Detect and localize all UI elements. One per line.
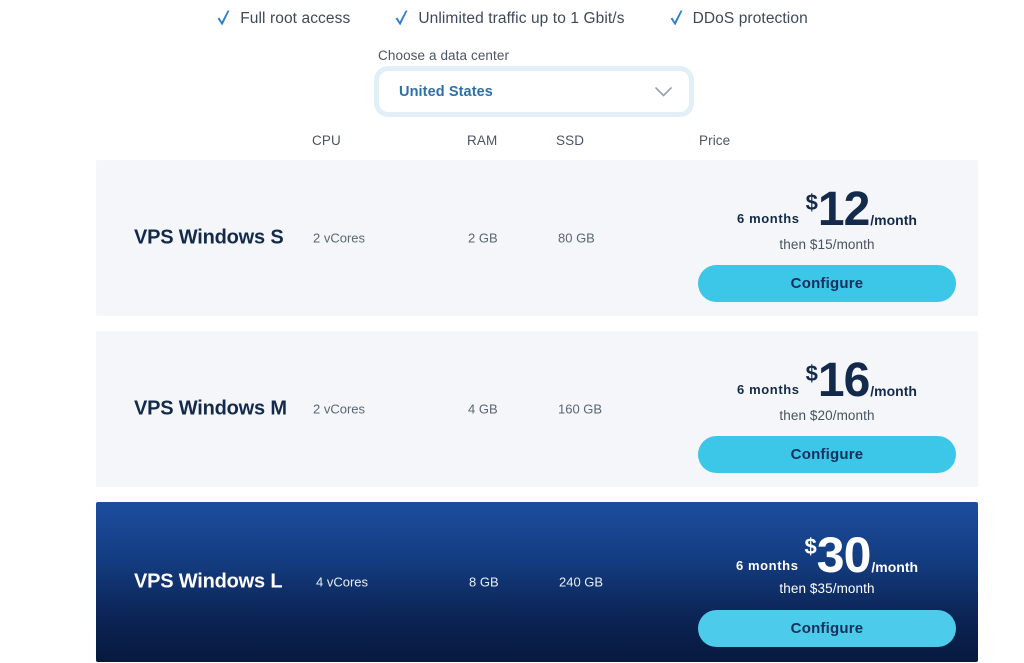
plan-term: 6 months <box>735 558 799 573</box>
plan-per: /month <box>870 212 917 228</box>
configure-button[interactable]: Configure <box>698 610 956 647</box>
plan-price-main: 6 months $ 16 /month <box>696 357 958 405</box>
plan-list: VPS Windows S 2 vCores 2 GB 80 GB 6 mont… <box>96 160 978 662</box>
feature-item-1: Unlimited traffic up to 1 Gbit/s <box>394 9 624 29</box>
plan-price-main: 6 months $ 12 /month <box>696 186 958 234</box>
check-icon <box>217 10 230 26</box>
plan-currency: $ <box>805 361 818 386</box>
plan-spec-ram: 8 GB <box>469 574 499 590</box>
plan-amount: 12 <box>817 183 870 236</box>
plan-currency: $ <box>804 534 817 559</box>
plan-term: 6 months <box>737 211 800 226</box>
plan-spec-ssd: 80 GB <box>558 230 595 246</box>
plan-term: 6 months <box>737 382 800 397</box>
plan-amount: 16 <box>817 354 870 407</box>
plan-spec-ssd: 160 GB <box>558 401 603 417</box>
chevron-down-icon <box>655 86 672 96</box>
plan-name: VPS Windows M <box>134 397 287 420</box>
datacenter-label: Choose a data center <box>378 48 510 63</box>
plan-per: /month <box>870 383 917 399</box>
datacenter-select[interactable]: United States <box>378 70 690 113</box>
configure-button[interactable]: Configure <box>698 436 956 473</box>
feature-item-0: Full root access <box>216 9 350 29</box>
plan-spec-ram: 4 GB <box>468 401 498 417</box>
plan-spec-cpu: 2 vCores <box>313 230 366 246</box>
column-header-ram: RAM <box>467 133 498 148</box>
table-row[interactable]: VPS Windows S 2 vCores 2 GB 80 GB 6 mont… <box>96 160 978 316</box>
feature-label: Unlimited traffic up to 1 Gbit/s <box>418 10 625 27</box>
check-icon <box>670 10 683 26</box>
datacenter-selected-value: United States <box>399 83 493 100</box>
vps-pricing-page: Full root access Unlimited traffic up to… <box>0 0 1024 663</box>
plan-price-main: 6 months $ 30 /month <box>696 527 958 583</box>
table-row[interactable]: VPS Windows M 2 vCores 4 GB 160 GB 6 mon… <box>96 331 978 487</box>
plan-spec-cpu: 4 vCores <box>316 574 369 590</box>
plan-price-area: 6 months $ 30 /month then $35/month Conf… <box>696 530 958 647</box>
plan-then-price: then $35/month <box>779 581 875 596</box>
feature-strip: Full root access Unlimited traffic up to… <box>0 0 1024 38</box>
plan-spec-ssd: 240 GB <box>559 574 604 590</box>
plan-name: VPS Windows L <box>134 570 283 593</box>
column-header-price: Price <box>699 133 731 148</box>
plan-price-area: 6 months $ 12 /month then $15/month Conf… <box>696 186 958 302</box>
table-row[interactable]: VPS Windows L 4 vCores 8 GB 240 GB 6 mon… <box>96 502 978 662</box>
check-icon <box>395 10 408 26</box>
column-header-cpu: CPU <box>312 133 341 148</box>
plan-name: VPS Windows S <box>134 226 284 249</box>
plan-per: /month <box>871 559 919 575</box>
feature-label: DDoS protection <box>692 10 808 27</box>
feature-label: Full root access <box>240 10 351 27</box>
plan-price-area: 6 months $ 16 /month then $20/month Conf… <box>696 357 958 473</box>
plan-currency: $ <box>805 190 818 215</box>
plan-spec-cpu: 2 vCores <box>313 401 366 417</box>
plan-then-price: then $15/month <box>779 237 875 252</box>
datacenter-selector-block: Choose a data center United States <box>378 48 694 113</box>
feature-item-2: DDoS protection <box>669 9 808 29</box>
plan-then-price: then $20/month <box>779 408 875 423</box>
column-header-ssd: SSD <box>556 133 585 148</box>
plan-spec-ram: 2 GB <box>468 230 498 246</box>
column-headers: CPU RAM SSD Price <box>96 133 978 155</box>
configure-button[interactable]: Configure <box>698 265 956 302</box>
plan-amount: 30 <box>816 527 872 583</box>
